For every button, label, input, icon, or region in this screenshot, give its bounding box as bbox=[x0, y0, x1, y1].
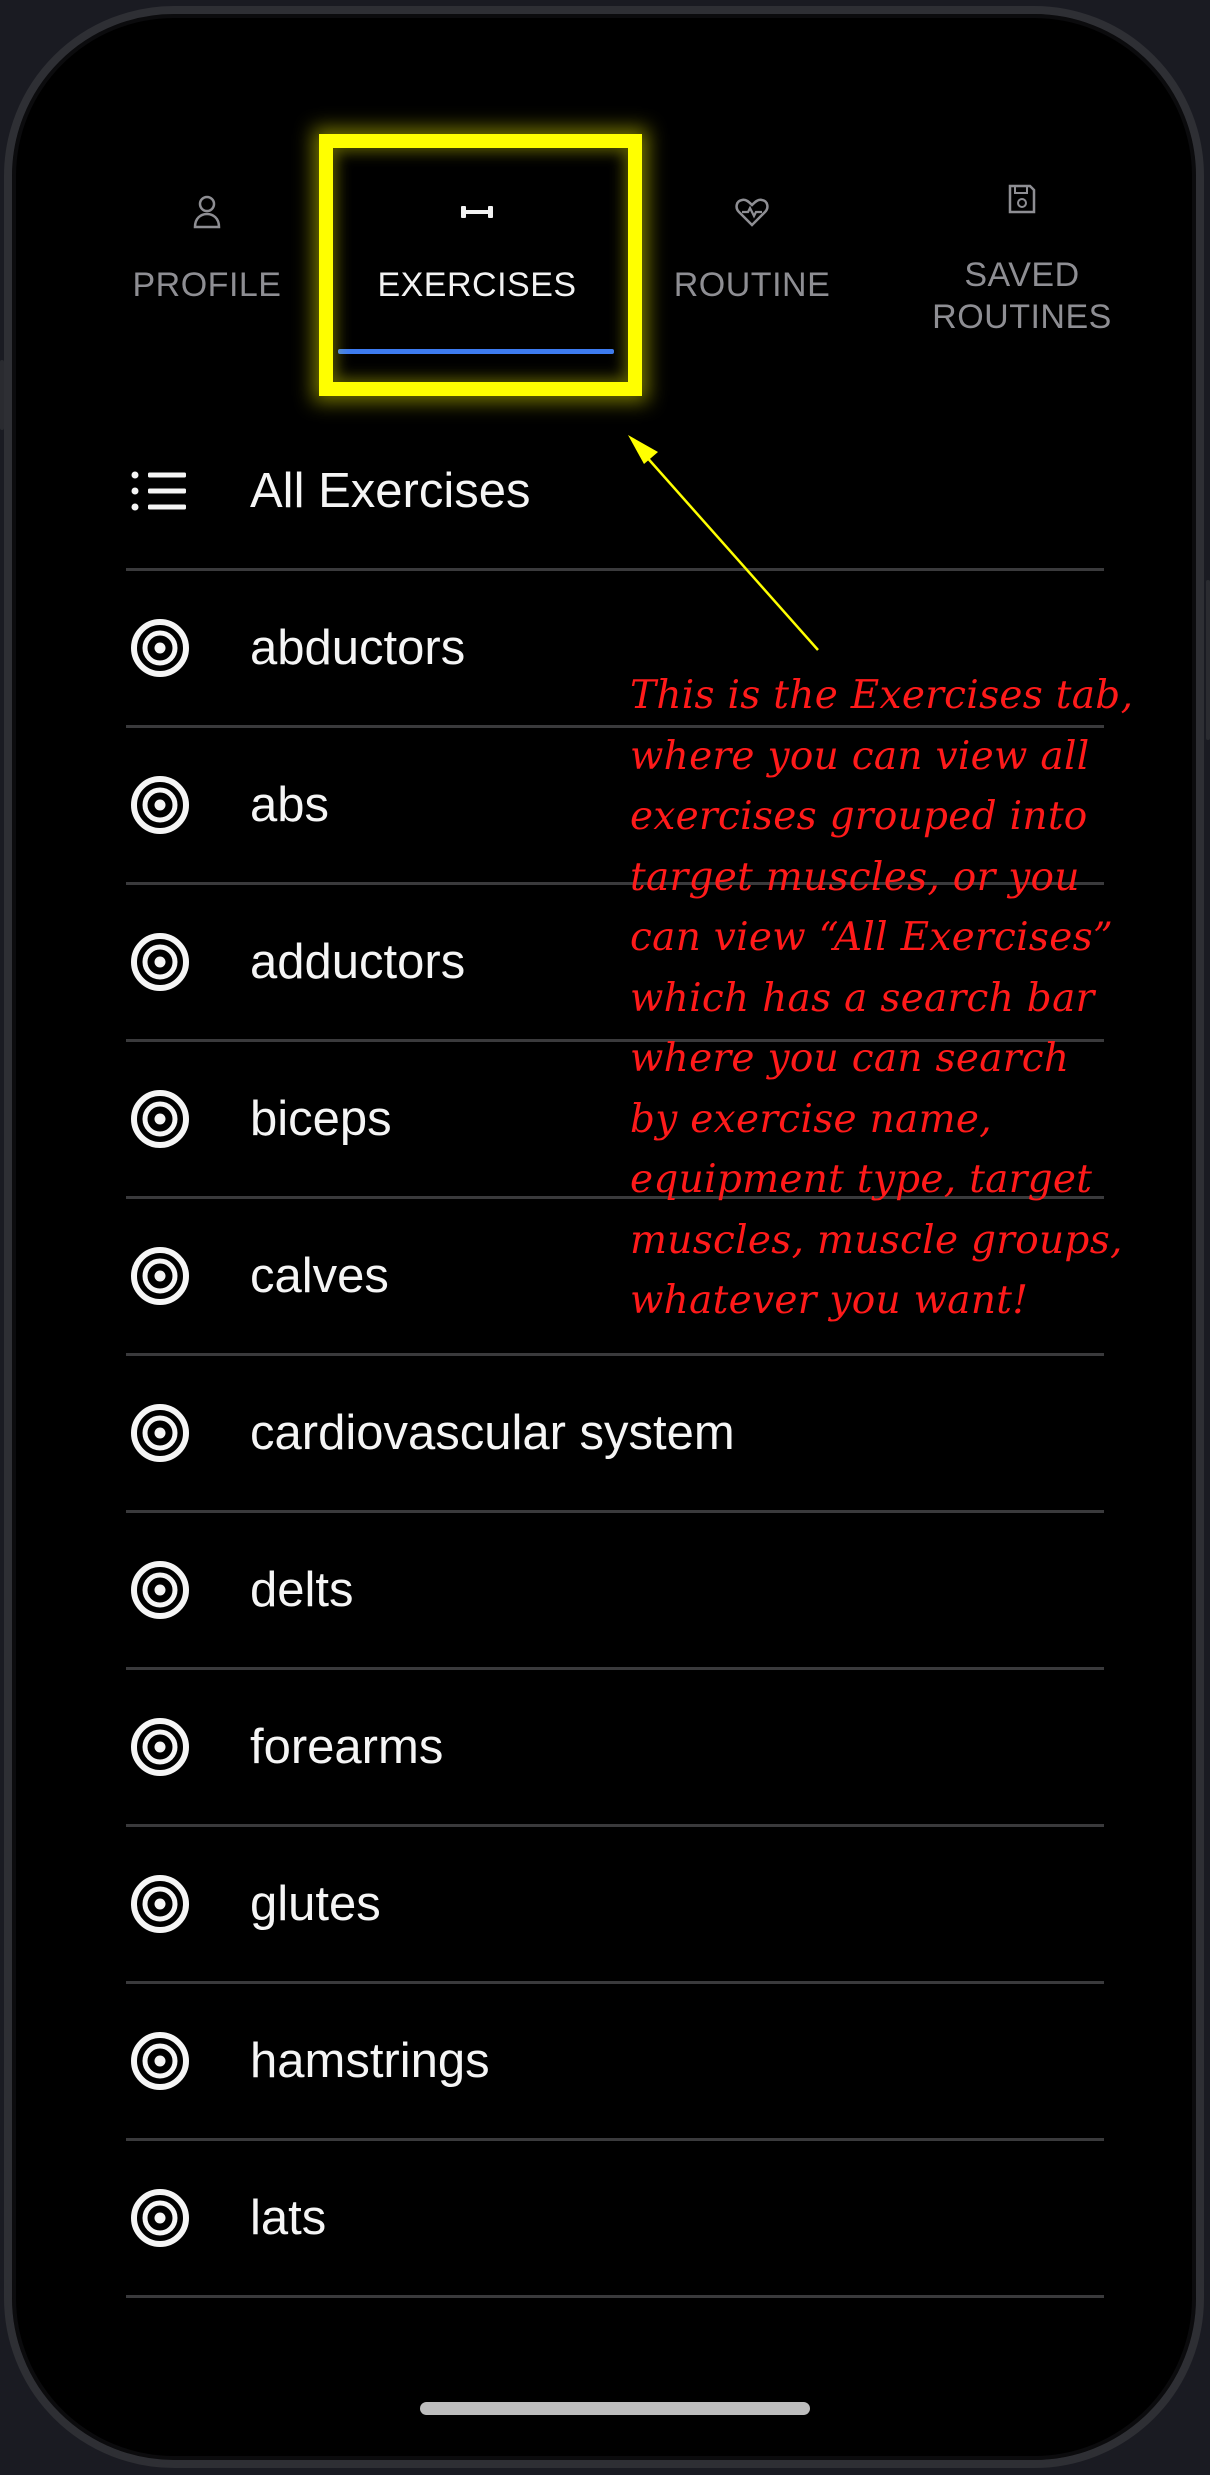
annotation-note: This is the Exercises tab, where you can… bbox=[630, 673, 1134, 1323]
side-button-right bbox=[1206, 580, 1210, 740]
phone-frame: PROFILE EXERCISES ROUTINE SAVED ROUTINES… bbox=[4, 6, 1204, 2468]
screen: PROFILE EXERCISES ROUTINE SAVED ROUTINES… bbox=[12, 14, 1196, 2344]
home-indicator[interactable] bbox=[420, 2402, 810, 2415]
side-button-left bbox=[0, 360, 4, 430]
